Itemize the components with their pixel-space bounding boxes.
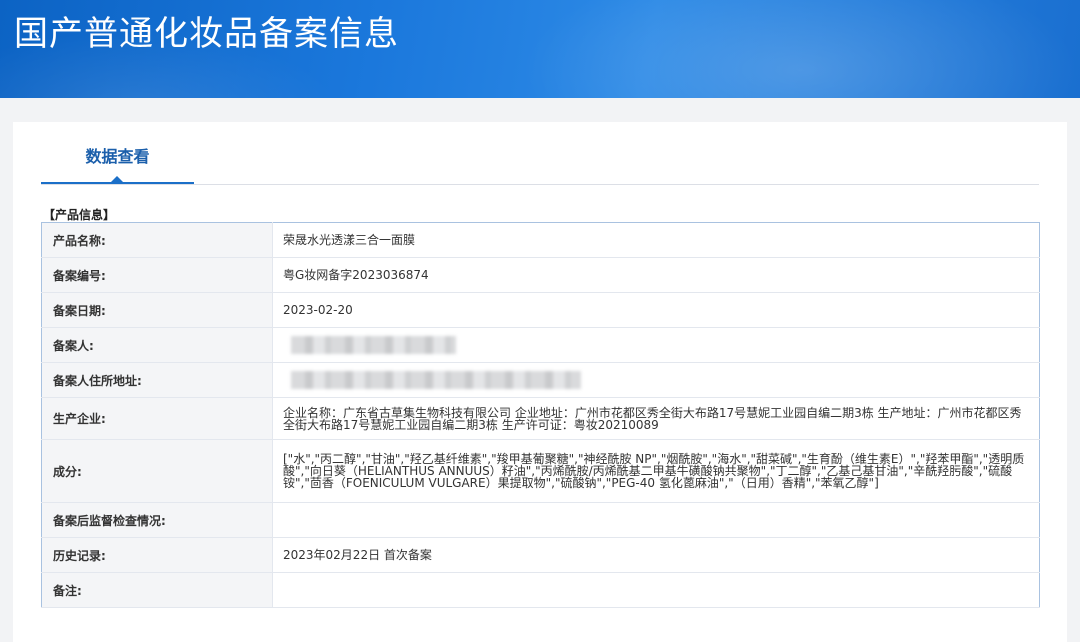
- row-label: 备案人:: [41, 327, 273, 363]
- row-label: 成分:: [41, 439, 273, 503]
- row-value-redacted: [272, 362, 1040, 398]
- table-row: 生产企业: 企业名称：广东省古草集生物科技有限公司 企业地址：广州市花都区秀全街…: [41, 397, 1040, 440]
- table-row: 产品名称: 荣晟水光透漾三合一面膜: [41, 222, 1040, 258]
- page-title: 国产普通化妆品备案信息: [14, 14, 399, 54]
- row-value: [272, 502, 1040, 538]
- row-label: 备注:: [41, 572, 273, 608]
- row-label: 备案编号:: [41, 257, 273, 293]
- row-label: 产品名称:: [41, 222, 273, 258]
- row-value: 2023年02月22日 首次备案: [272, 537, 1040, 573]
- table-row: 备案日期: 2023-02-20: [41, 292, 1040, 328]
- header-banner: 国产普通化妆品备案信息: [0, 0, 1080, 98]
- row-value: 企业名称：广东省古草集生物科技有限公司 企业地址：广州市花都区秀全街大布路17号…: [272, 397, 1040, 440]
- row-value: 2023-02-20: [272, 292, 1040, 328]
- tab-label: 数据查看: [85, 147, 150, 166]
- row-value: ["水","丙二醇","甘油","羟乙基纤维素","羧甲基葡聚糖","神经酰胺 …: [272, 439, 1040, 503]
- banner-decoration: [520, 0, 1080, 98]
- row-label: 备案人住所地址:: [41, 362, 273, 398]
- row-value: 粤G妆网备字2023036874: [272, 257, 1040, 293]
- table-row: 成分: ["水","丙二醇","甘油","羟乙基纤维素","羧甲基葡聚糖","神…: [41, 439, 1040, 503]
- row-label: 历史记录:: [41, 537, 273, 573]
- table-row: 备案编号: 粤G妆网备字2023036874: [41, 257, 1040, 293]
- table-row: 备案后监督检查情况:: [41, 502, 1040, 538]
- table-row: 备案人住所地址:: [41, 362, 1040, 398]
- row-value: 荣晟水光透漾三合一面膜: [272, 222, 1040, 258]
- tab-data-view[interactable]: 数据查看: [41, 142, 194, 184]
- row-label: 生产企业:: [41, 397, 273, 440]
- redacted-block: [291, 336, 456, 354]
- row-value-redacted: [272, 327, 1040, 363]
- table-row: 备注:: [41, 572, 1040, 608]
- row-value: [272, 572, 1040, 608]
- tab-active-caret-icon: [111, 176, 123, 182]
- redacted-block: [291, 371, 581, 389]
- table-row: 历史记录: 2023年02月22日 首次备案: [41, 537, 1040, 573]
- row-label: 备案日期:: [41, 292, 273, 328]
- row-label: 备案后监督检查情况:: [41, 502, 273, 538]
- table-row: 备案人:: [41, 327, 1040, 363]
- product-info-table: 产品名称: 荣晟水光透漾三合一面膜 备案编号: 粤G妆网备字2023036874…: [41, 222, 1040, 608]
- tab-bar: 数据查看: [41, 142, 1039, 185]
- content-card: 数据查看 【产品信息】 产品名称: 荣晟水光透漾三合一面膜 备案编号: 粤G妆网…: [13, 122, 1067, 642]
- section-title: 【产品信息】: [43, 208, 116, 222]
